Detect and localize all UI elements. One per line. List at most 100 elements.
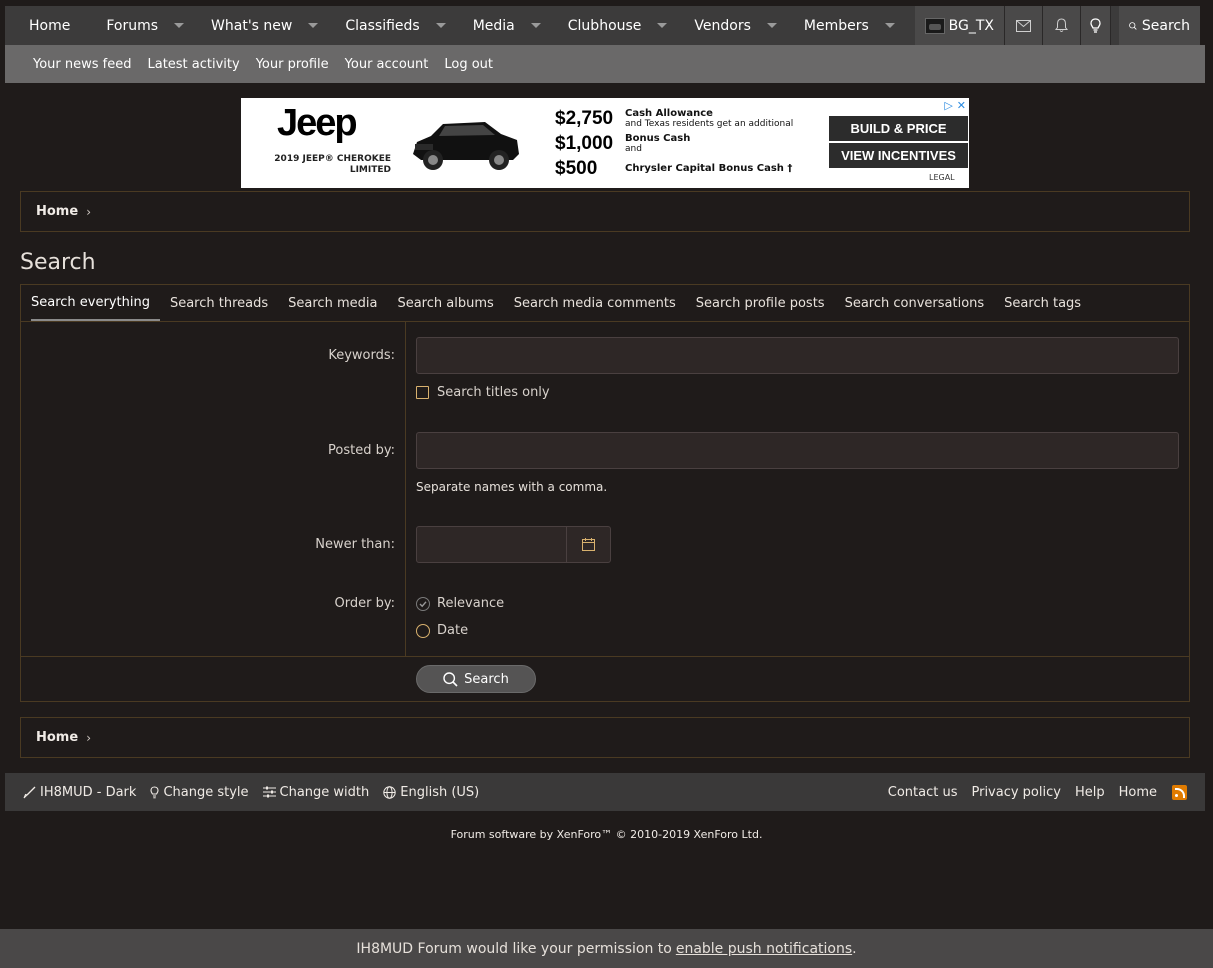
- ad-offer-amount: $500: [555, 157, 598, 179]
- page-title: Search: [20, 250, 96, 275]
- keywords-label: Keywords:: [328, 348, 395, 363]
- ad-legal-link[interactable]: LEGAL: [929, 173, 955, 182]
- style-toggle-button[interactable]: [1081, 6, 1111, 45]
- nav-forums-label: Forums: [106, 17, 159, 34]
- breadcrumb-home[interactable]: Home: [36, 730, 78, 745]
- tab-search-media[interactable]: Search media: [278, 285, 387, 321]
- footer-help-link[interactable]: Help: [1075, 785, 1105, 800]
- chevron-down-icon[interactable]: [530, 23, 541, 28]
- tab-search-tags[interactable]: Search tags: [994, 285, 1091, 321]
- adchoices-icon[interactable]: ▷: [944, 99, 952, 112]
- breadcrumb-home[interactable]: Home: [36, 204, 78, 219]
- ad-build-price-button[interactable]: BUILD & PRICE: [829, 116, 968, 141]
- ad-offer-title: Chrysler Capital Bonus Cash †: [625, 163, 793, 174]
- conversations-button[interactable]: [1005, 6, 1043, 45]
- footer-privacy-link[interactable]: Privacy policy: [971, 785, 1060, 800]
- ad-offer-amount: $2,750: [555, 107, 614, 129]
- chevron-down-icon[interactable]: [766, 23, 777, 28]
- search-submit-button[interactable]: Search: [416, 665, 536, 693]
- avatar: [924, 17, 945, 34]
- change-width-label: Change width: [279, 784, 370, 800]
- order-relevance-radio[interactable]: Relevance: [416, 596, 504, 611]
- checkbox-box[interactable]: [416, 386, 429, 399]
- subnav-latest-activity[interactable]: Latest activity: [147, 57, 239, 72]
- tab-search-albums[interactable]: Search albums: [387, 285, 503, 321]
- radio-checked-icon[interactable]: [416, 596, 430, 611]
- search-form: Keywords: Search titles only Posted by: …: [21, 322, 1189, 656]
- change-style-link[interactable]: Change style: [150, 784, 249, 800]
- posted-by-input[interactable]: [416, 432, 1179, 469]
- paintbrush-icon: [23, 786, 36, 798]
- nav-clubhouse[interactable]: Clubhouse: [551, 6, 678, 45]
- ad-controls: ▷ ✕: [944, 99, 966, 112]
- push-notification-end: .: [852, 940, 857, 957]
- nav-vendors[interactable]: Vendors: [677, 6, 786, 45]
- tab-search-profile-posts[interactable]: Search profile posts: [686, 285, 835, 321]
- nav-home[interactable]: Home: [5, 6, 89, 45]
- bell-icon: [1055, 18, 1068, 32]
- lightbulb-icon: [150, 785, 159, 798]
- nav-members[interactable]: Members: [787, 6, 905, 45]
- ad-banner[interactable]: Jeep 2019 JEEP® CHEROKEE LIMITED $2,750 …: [241, 98, 969, 188]
- nav-search-button[interactable]: Search: [1119, 6, 1200, 45]
- nav-classifieds[interactable]: Classifieds: [328, 6, 455, 45]
- breadcrumb-bottom: Home ›: [20, 717, 1190, 758]
- nav-account-area: BG_TX Search: [914, 6, 1200, 45]
- subnav-news-feed[interactable]: Your news feed: [33, 57, 131, 72]
- nav-vendors-label: Vendors: [694, 17, 751, 34]
- search-tabs: Search everything Search threads Search …: [21, 285, 1189, 322]
- subnav-your-profile[interactable]: Your profile: [256, 57, 329, 72]
- nav-media[interactable]: Media: [456, 6, 551, 45]
- nav-home-label: Home: [29, 17, 71, 34]
- tab-search-media-comments[interactable]: Search media comments: [504, 285, 686, 321]
- order-date-label: Date: [437, 623, 469, 638]
- radio-empty-icon[interactable]: [416, 623, 430, 638]
- ad-model: 2019 JEEP® CHEROKEE LIMITED: [271, 154, 391, 176]
- search-submit-label: Search: [464, 671, 509, 687]
- nav-classifieds-label: Classifieds: [345, 17, 420, 34]
- chevron-down-icon[interactable]: [174, 23, 185, 28]
- change-width-link[interactable]: Change width: [262, 784, 370, 800]
- checkmark-icon: [419, 600, 427, 607]
- date-picker-button[interactable]: [566, 526, 611, 563]
- ad-view-incentives-button[interactable]: VIEW INCENTIVES: [829, 143, 968, 168]
- chevron-down-icon[interactable]: [308, 23, 319, 28]
- top-nav: Home Forums What's new Classifieds Media…: [5, 6, 1200, 45]
- nav-forums[interactable]: Forums: [89, 6, 194, 45]
- order-date-radio[interactable]: Date: [416, 623, 468, 638]
- tab-search-threads[interactable]: Search threads: [160, 285, 278, 321]
- chevron-down-icon[interactable]: [884, 23, 895, 28]
- chevron-down-icon[interactable]: [435, 23, 446, 28]
- subnav-your-account[interactable]: Your account: [345, 57, 429, 72]
- rss-icon[interactable]: [1172, 784, 1187, 800]
- newer-than-input[interactable]: [416, 526, 567, 563]
- alerts-button[interactable]: [1043, 6, 1081, 45]
- account-menu[interactable]: BG_TX: [914, 6, 1005, 45]
- enable-push-link[interactable]: enable push notifications: [676, 941, 852, 957]
- ad-offer-sub: and: [625, 143, 642, 154]
- newer-than-label: Newer than:: [315, 537, 395, 552]
- subnav-log-out[interactable]: Log out: [444, 57, 493, 72]
- chevron-down-icon[interactable]: [657, 23, 668, 28]
- tab-search-conversations[interactable]: Search conversations: [835, 285, 995, 321]
- footer-contact-link[interactable]: Contact us: [888, 785, 958, 800]
- sliders-icon: [262, 786, 276, 798]
- nav-whats-new[interactable]: What's new: [194, 6, 328, 45]
- push-notification-bar: IH8MUD Forum would like your permission …: [0, 929, 1213, 968]
- change-style-label: Change style: [163, 784, 249, 800]
- search-icon: [1129, 21, 1137, 30]
- titles-only-checkbox[interactable]: Search titles only: [416, 385, 550, 400]
- breadcrumb: Home ›: [20, 191, 1190, 232]
- close-icon[interactable]: ✕: [957, 99, 966, 112]
- keywords-input[interactable]: [416, 337, 1179, 374]
- lightbulb-icon: [1090, 17, 1101, 33]
- language-chooser-link[interactable]: English (US): [383, 785, 479, 800]
- push-notification-text: IH8MUD Forum would like your permission …: [356, 940, 672, 957]
- tab-search-everything[interactable]: Search everything: [31, 285, 160, 321]
- footer-right: Contact us Privacy policy Help Home: [874, 784, 1187, 800]
- nav-media-label: Media: [472, 17, 515, 34]
- footer: IH8MUD - Dark Change style Change width …: [5, 773, 1205, 811]
- style-chooser-link[interactable]: IH8MUD - Dark: [23, 785, 136, 800]
- footer-home-link[interactable]: Home: [1119, 785, 1157, 800]
- ad-offers: $2,750 Cash Allowance and Texas residents…: [555, 106, 793, 181]
